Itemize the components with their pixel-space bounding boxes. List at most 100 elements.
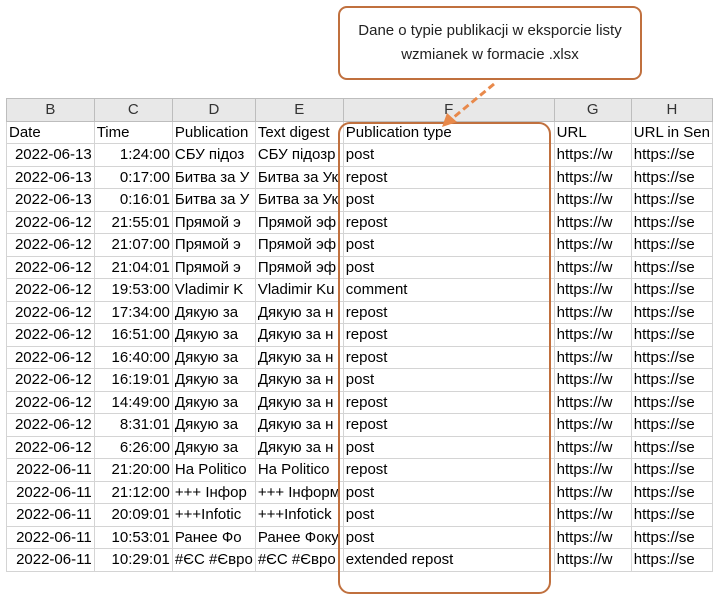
- table-cell[interactable]: +++Infotick: [254, 503, 344, 527]
- table-cell[interactable]: Дякую за н: [254, 413, 344, 437]
- table-cell[interactable]: Дякую за н: [254, 368, 344, 392]
- table-cell[interactable]: https://w: [553, 413, 632, 437]
- table-cell[interactable]: https://se: [630, 480, 713, 504]
- table-cell[interactable]: post: [342, 233, 555, 257]
- table-cell[interactable]: СБУ підозр: [254, 143, 344, 167]
- table-cell[interactable]: https://w: [553, 210, 632, 234]
- table-cell[interactable]: Прямой эф: [254, 210, 344, 234]
- table-cell[interactable]: 21:12:00: [93, 480, 173, 504]
- table-cell[interactable]: 17:34:00: [93, 300, 173, 324]
- table-cell[interactable]: 0:17:00: [93, 165, 173, 189]
- table-cell[interactable]: Дякую за: [171, 368, 256, 392]
- table-cell[interactable]: Vladimir Ku: [254, 278, 344, 302]
- table-cell[interactable]: https://w: [553, 255, 632, 279]
- table-cell[interactable]: https://w: [553, 233, 632, 257]
- table-cell[interactable]: https://w: [553, 435, 632, 459]
- table-cell[interactable]: post: [342, 435, 555, 459]
- table-cell[interactable]: 2022-06-12: [6, 413, 95, 437]
- table-cell[interactable]: repost: [342, 300, 555, 324]
- table-cell[interactable]: Прямой эф: [254, 233, 344, 257]
- column-letter-h[interactable]: H: [630, 98, 713, 122]
- table-cell[interactable]: Дякую за н: [254, 390, 344, 414]
- table-cell[interactable]: https://w: [553, 278, 632, 302]
- table-cell[interactable]: 0:16:01: [93, 188, 173, 212]
- table-cell[interactable]: https://se: [630, 368, 713, 392]
- table-cell[interactable]: Дякую за: [171, 345, 256, 369]
- table-cell[interactable]: https://se: [630, 255, 713, 279]
- table-cell[interactable]: +++ Інформ: [254, 480, 344, 504]
- table-cell[interactable]: Битва за Ук: [254, 188, 344, 212]
- table-cell[interactable]: 16:51:00: [93, 323, 173, 347]
- table-cell[interactable]: #ЄС #Євро: [254, 548, 344, 572]
- table-cell[interactable]: Прямой э: [171, 210, 256, 234]
- table-cell[interactable]: Прямой э: [171, 255, 256, 279]
- table-cell[interactable]: Прямой эф: [254, 255, 344, 279]
- table-cell[interactable]: Дякую за н: [254, 345, 344, 369]
- table-cell[interactable]: Битва за У: [171, 165, 256, 189]
- header-cell[interactable]: URL: [553, 120, 632, 144]
- table-cell[interactable]: 2022-06-11: [6, 458, 95, 482]
- table-cell[interactable]: repost: [342, 165, 555, 189]
- table-cell[interactable]: 2022-06-13: [6, 165, 95, 189]
- table-cell[interactable]: 10:53:01: [93, 525, 173, 549]
- table-cell[interactable]: 10:29:01: [93, 548, 173, 572]
- table-cell[interactable]: comment: [342, 278, 555, 302]
- column-letter-b[interactable]: B: [6, 98, 95, 122]
- table-cell[interactable]: #ЄС #Євро: [171, 548, 256, 572]
- table-cell[interactable]: https://w: [553, 300, 632, 324]
- table-cell[interactable]: Дякую за н: [254, 323, 344, 347]
- table-cell[interactable]: https://se: [630, 210, 713, 234]
- header-cell[interactable]: Text digest: [254, 120, 344, 144]
- column-letter-d[interactable]: D: [171, 98, 256, 122]
- table-cell[interactable]: https://w: [553, 525, 632, 549]
- table-cell[interactable]: Прямой э: [171, 233, 256, 257]
- table-cell[interactable]: https://se: [630, 323, 713, 347]
- column-letter-e[interactable]: E: [254, 98, 344, 122]
- table-cell[interactable]: https://w: [553, 548, 632, 572]
- table-cell[interactable]: https://w: [553, 323, 632, 347]
- table-cell[interactable]: repost: [342, 210, 555, 234]
- table-cell[interactable]: 19:53:00: [93, 278, 173, 302]
- table-cell[interactable]: https://se: [630, 548, 713, 572]
- table-cell[interactable]: https://se: [630, 188, 713, 212]
- header-cell[interactable]: URL in Sen: [630, 120, 713, 144]
- table-cell[interactable]: 1:24:00: [93, 143, 173, 167]
- table-cell[interactable]: repost: [342, 458, 555, 482]
- table-cell[interactable]: +++ Інфор: [171, 480, 256, 504]
- table-cell[interactable]: https://w: [553, 503, 632, 527]
- table-cell[interactable]: Битва за Ук: [254, 165, 344, 189]
- table-cell[interactable]: 2022-06-13: [6, 143, 95, 167]
- table-cell[interactable]: 2022-06-12: [6, 300, 95, 324]
- table-cell[interactable]: 2022-06-12: [6, 323, 95, 347]
- table-cell[interactable]: 2022-06-11: [6, 548, 95, 572]
- table-cell[interactable]: Дякую за: [171, 413, 256, 437]
- column-letter-f[interactable]: F: [342, 98, 555, 122]
- table-cell[interactable]: 16:19:01: [93, 368, 173, 392]
- table-cell[interactable]: Дякую за н: [254, 300, 344, 324]
- table-cell[interactable]: 2022-06-12: [6, 255, 95, 279]
- table-cell[interactable]: post: [342, 368, 555, 392]
- table-cell[interactable]: extended repost: [342, 548, 555, 572]
- table-cell[interactable]: 2022-06-12: [6, 368, 95, 392]
- table-cell[interactable]: https://w: [553, 390, 632, 414]
- table-cell[interactable]: https://w: [553, 165, 632, 189]
- table-cell[interactable]: https://se: [630, 435, 713, 459]
- table-cell[interactable]: https://se: [630, 165, 713, 189]
- table-cell[interactable]: post: [342, 525, 555, 549]
- table-cell[interactable]: post: [342, 503, 555, 527]
- table-cell[interactable]: 2022-06-12: [6, 435, 95, 459]
- table-cell[interactable]: 2022-06-12: [6, 210, 95, 234]
- table-cell[interactable]: +++Infotic: [171, 503, 256, 527]
- table-cell[interactable]: 2022-06-13: [6, 188, 95, 212]
- table-cell[interactable]: Vladimir K: [171, 278, 256, 302]
- table-cell[interactable]: Ранее Фоку: [254, 525, 344, 549]
- table-cell[interactable]: 2022-06-12: [6, 390, 95, 414]
- column-letter-c[interactable]: C: [93, 98, 173, 122]
- table-cell[interactable]: Дякую за н: [254, 435, 344, 459]
- table-cell[interactable]: Битва за У: [171, 188, 256, 212]
- table-cell[interactable]: repost: [342, 390, 555, 414]
- table-cell[interactable]: post: [342, 188, 555, 212]
- table-cell[interactable]: Дякую за: [171, 323, 256, 347]
- table-cell[interactable]: https://se: [630, 390, 713, 414]
- header-cell[interactable]: Publication: [171, 120, 256, 144]
